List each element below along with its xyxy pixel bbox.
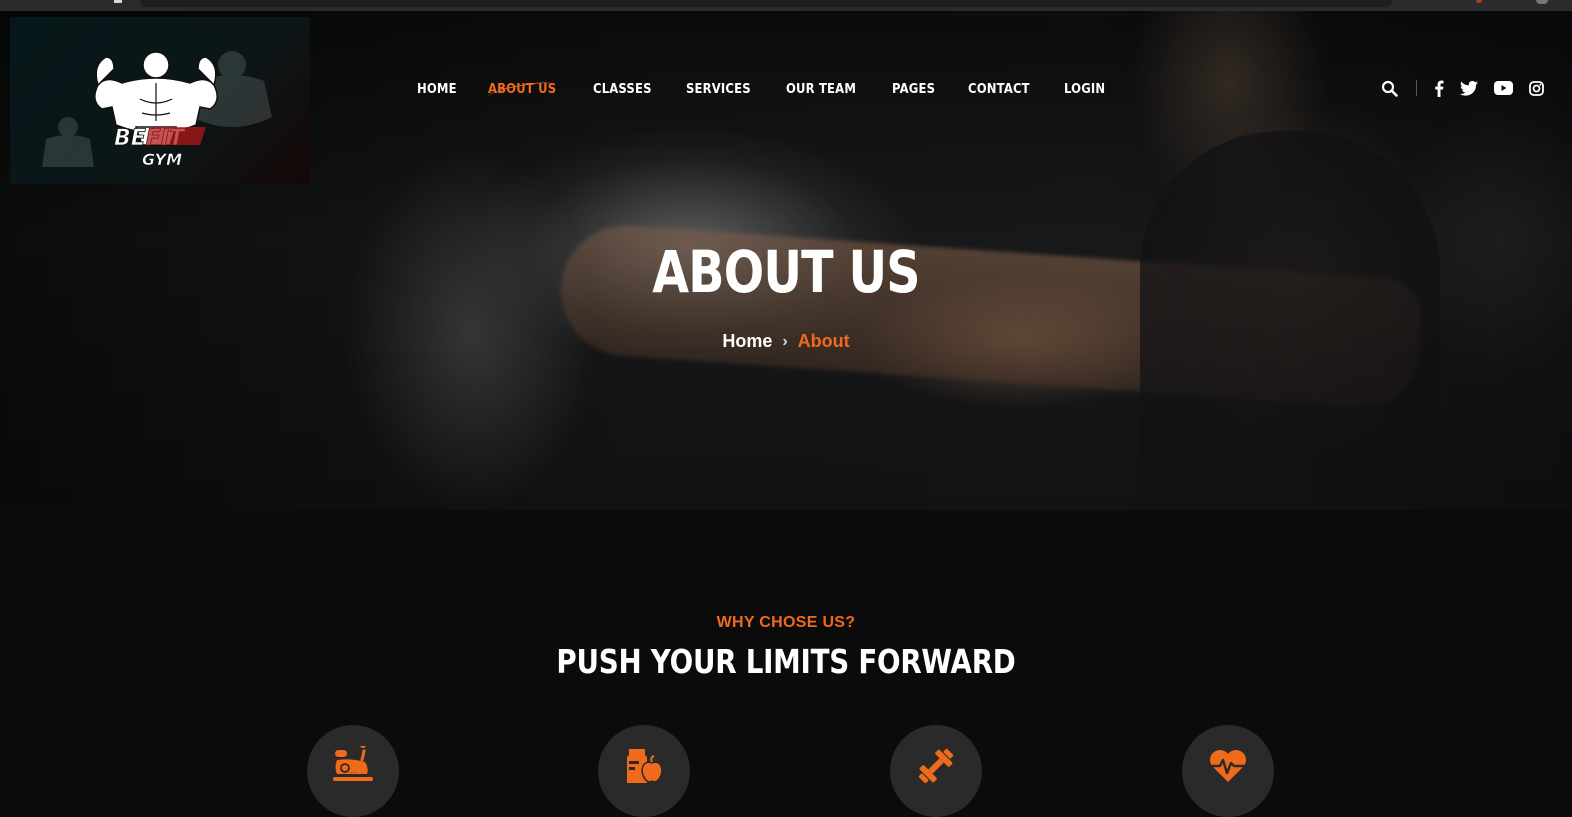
header-actions bbox=[1381, 78, 1544, 98]
header-divider bbox=[1416, 80, 1417, 96]
nav-our-team[interactable]: OUR TEAM bbox=[786, 81, 856, 97]
nav-classes[interactable]: CLASSES bbox=[593, 81, 652, 97]
breadcrumb-separator: › bbox=[782, 332, 788, 350]
instagram-icon[interactable] bbox=[1529, 80, 1544, 96]
nav-login[interactable]: LOGIN bbox=[1064, 81, 1105, 97]
search-icon[interactable] bbox=[1381, 80, 1398, 97]
tab-icon bbox=[114, 0, 122, 3]
section-eyebrow: WHY CHOSE US? bbox=[716, 614, 856, 631]
twitter-icon[interactable] bbox=[1460, 80, 1478, 96]
breadcrumb: Home › About bbox=[0, 331, 1572, 352]
nav-services[interactable]: SERVICES bbox=[686, 81, 751, 97]
breadcrumb-current: About bbox=[797, 331, 850, 351]
nav-contact[interactable]: CONTACT bbox=[968, 81, 1030, 97]
svg-text:...: ... bbox=[350, 767, 357, 775]
feature-exercise-bike: ... bbox=[307, 725, 399, 817]
exercise-bike-icon: ... bbox=[333, 746, 373, 781]
browser-chrome bbox=[0, 0, 1572, 11]
nav-about-us[interactable]: ABOUT US bbox=[488, 81, 556, 97]
feature-strength bbox=[890, 725, 982, 817]
youtube-icon[interactable] bbox=[1494, 81, 1513, 95]
site-logo[interactable]: BEFIT GYM bbox=[10, 17, 310, 184]
heart-rate-icon bbox=[1208, 750, 1248, 782]
dumbbell-icon bbox=[918, 748, 954, 784]
profile-icon[interactable] bbox=[1536, 0, 1548, 4]
nutrition-icon bbox=[627, 749, 663, 783]
extension-icon[interactable] bbox=[1476, 0, 1482, 3]
section-headline: PUSH YOUR LIMITS FORWARD bbox=[556, 642, 1016, 681]
facebook-icon[interactable] bbox=[1434, 80, 1444, 97]
main-nav: HOME ABOUT US CLASSES SERVICES OUR TEAM … bbox=[417, 78, 1112, 100]
breadcrumb-home[interactable]: Home bbox=[722, 331, 772, 352]
page-title: ABOUT US bbox=[652, 238, 920, 306]
address-bar[interactable] bbox=[140, 0, 1392, 7]
bodybuilder-logo-icon: BEFIT GYM bbox=[42, 51, 272, 169]
logo-wordmark-gym: GYM bbox=[142, 150, 182, 169]
nav-pages[interactable]: PAGES bbox=[892, 81, 935, 97]
feature-heart-health bbox=[1182, 725, 1274, 817]
why-choose-us-section: WHY CHOSE US? PUSH YOUR LIMITS FORWARD .… bbox=[0, 510, 1572, 817]
feature-nutrition bbox=[598, 725, 690, 817]
nav-home[interactable]: HOME bbox=[417, 81, 457, 97]
